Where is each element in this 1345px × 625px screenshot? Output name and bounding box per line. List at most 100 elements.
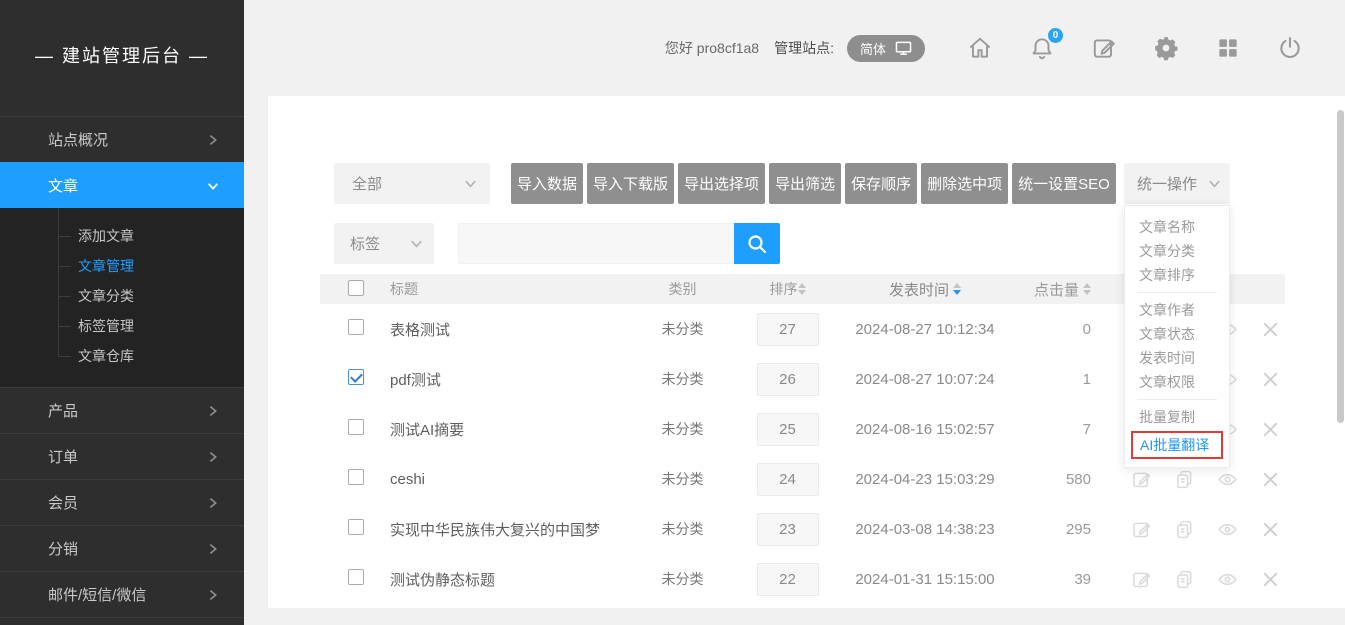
sidebar-item-products[interactable]: 产品 <box>0 387 244 433</box>
row-sort-input[interactable]: 25 <box>757 413 819 446</box>
menu-item-article-author[interactable]: 文章作者 <box>1125 298 1229 322</box>
home-icon[interactable] <box>967 35 993 61</box>
sidebar-item-members[interactable]: 会员 <box>0 479 244 525</box>
menu-item-ai-batch-translate[interactable]: AI批量翻译 <box>1131 431 1223 459</box>
row-publish-time: 2024-08-27 10:12:34 <box>840 321 1010 338</box>
language-toggle[interactable]: 简体 <box>847 35 925 62</box>
bulk-action-select[interactable]: 统一操作 <box>1124 163 1230 204</box>
col-category: 类别 <box>630 279 735 299</box>
chevron-down-icon <box>409 236 424 251</box>
row-checkbox[interactable] <box>348 469 364 485</box>
row-clicks: 580 <box>1010 471 1105 488</box>
row-clicks: 7 <box>1010 421 1105 438</box>
settings-gear-icon[interactable] <box>1153 35 1179 61</box>
copy-icon[interactable] <box>1174 469 1195 490</box>
delete-x-icon[interactable] <box>1260 519 1281 540</box>
menu-item-article-status[interactable]: 文章状态 <box>1125 322 1229 346</box>
view-eye-icon[interactable] <box>1217 469 1238 490</box>
delete-x-icon[interactable] <box>1260 369 1281 390</box>
sidebar: — 建站管理后台 — 站点概况 文章 添加文章 文章管理 文章分类 标签管理 文… <box>0 0 244 625</box>
category-filter-select[interactable]: 全部 <box>334 163 490 204</box>
row-checkbox[interactable] <box>348 569 364 585</box>
copy-icon[interactable] <box>1174 519 1195 540</box>
menu-item-article-permission[interactable]: 文章权限 <box>1125 370 1229 394</box>
delete-x-icon[interactable] <box>1260 319 1281 340</box>
row-category: 未分类 <box>630 519 735 539</box>
chevron-right-icon <box>206 588 220 602</box>
import-data-button[interactable]: 导入数据 <box>511 163 583 204</box>
app-root: — 建站管理后台 — 站点概况 文章 添加文章 文章管理 文章分类 标签管理 文… <box>0 0 1345 625</box>
row-sort-input[interactable]: 26 <box>757 363 819 396</box>
col-clicks[interactable]: 点击量 <box>1010 279 1105 300</box>
notifications-bell-icon[interactable]: 0 <box>1029 35 1055 61</box>
menu-divider <box>1137 399 1217 400</box>
col-sort[interactable]: 排序 <box>735 279 840 299</box>
delete-x-icon[interactable] <box>1260 419 1281 440</box>
row-title[interactable]: pdf测试 <box>390 369 630 390</box>
menu-item-article-sort[interactable]: 文章排序 <box>1125 263 1229 287</box>
edit-icon[interactable] <box>1091 35 1117 61</box>
edit-icon[interactable] <box>1131 519 1152 540</box>
sidebar-subitem-article-category[interactable]: 文章分类 <box>0 281 244 311</box>
articles-submenu: 添加文章 文章管理 文章分类 标签管理 文章仓库 <box>0 208 244 387</box>
sort-time-icon[interactable] <box>953 283 961 295</box>
set-seo-button[interactable]: 统一设置SEO <box>1012 163 1116 204</box>
sort-clicks-icon[interactable] <box>1083 283 1091 295</box>
row-title[interactable]: ceshi <box>390 471 630 488</box>
row-checkbox[interactable] <box>348 519 364 535</box>
delete-x-icon[interactable] <box>1260 569 1281 590</box>
select-all-checkbox[interactable] <box>348 280 364 296</box>
row-actions <box>1105 519 1285 540</box>
col-publish-time[interactable]: 发表时间 <box>840 279 1010 300</box>
export-selected-button[interactable]: 导出选择项 <box>678 163 765 204</box>
row-title[interactable]: 测试AI摘要 <box>390 419 630 440</box>
menu-item-article-name[interactable]: 文章名称 <box>1125 215 1229 239</box>
row-checkbox[interactable] <box>348 369 364 385</box>
save-order-button[interactable]: 保存顺序 <box>845 163 917 204</box>
chevron-right-icon <box>206 542 220 556</box>
menu-item-publish-time[interactable]: 发表时间 <box>1125 346 1229 370</box>
row-title[interactable]: 测试伪静态标题 <box>390 569 630 590</box>
delete-x-icon[interactable] <box>1260 469 1281 490</box>
row-sort-input[interactable]: 23 <box>757 513 819 546</box>
row-clicks: 39 <box>1010 571 1105 588</box>
sidebar-subitem-article-manage[interactable]: 文章管理 <box>0 251 244 281</box>
sidebar-item-orders[interactable]: 订单 <box>0 433 244 479</box>
search-button[interactable] <box>734 223 780 264</box>
main-area: 您好 pro8cf1a8 管理站点: 简体 0 <box>244 0 1345 625</box>
row-title[interactable]: 实现中华民族伟大复兴的中国梦 <box>390 519 630 540</box>
sidebar-item-mail-sms-wechat[interactable]: 邮件/短信/微信 <box>0 571 244 617</box>
row-sort-input[interactable]: 22 <box>757 563 819 596</box>
sidebar-item-articles[interactable]: 文章 <box>0 162 244 208</box>
copy-icon[interactable] <box>1174 569 1195 590</box>
menu-item-article-category[interactable]: 文章分类 <box>1125 239 1229 263</box>
search-icon <box>745 232 769 256</box>
import-download-button[interactable]: 导入下载版 <box>587 163 674 204</box>
row-checkbox[interactable] <box>348 319 364 335</box>
delete-selected-button[interactable]: 删除选中项 <box>921 163 1008 204</box>
row-title[interactable]: 表格测试 <box>390 319 630 340</box>
vertical-scrollbar[interactable] <box>1337 110 1344 423</box>
sidebar-subitem-tag-manage[interactable]: 标签管理 <box>0 311 244 341</box>
sidebar-subitem-article-repo[interactable]: 文章仓库 <box>0 341 244 371</box>
tag-filter-select[interactable]: 标签 <box>334 223 434 264</box>
edit-icon[interactable] <box>1131 569 1152 590</box>
row-checkbox[interactable] <box>348 419 364 435</box>
row-category: 未分类 <box>630 569 735 589</box>
row-publish-time: 2024-08-27 10:07:24 <box>840 371 1010 388</box>
row-actions <box>1105 469 1285 490</box>
search-input[interactable] <box>458 223 734 264</box>
view-eye-icon[interactable] <box>1217 569 1238 590</box>
sort-order-icon[interactable] <box>798 283 806 295</box>
sidebar-subitem-add-article[interactable]: 添加文章 <box>0 221 244 251</box>
apps-grid-icon[interactable] <box>1215 35 1241 61</box>
view-eye-icon[interactable] <box>1217 519 1238 540</box>
menu-item-batch-copy[interactable]: 批量复制 <box>1125 405 1229 429</box>
row-sort-input[interactable]: 27 <box>757 313 819 346</box>
export-filtered-button[interactable]: 导出筛选 <box>769 163 841 204</box>
edit-icon[interactable] <box>1131 469 1152 490</box>
power-logout-icon[interactable] <box>1277 35 1303 61</box>
sidebar-item-site-overview[interactable]: 站点概况 <box>0 116 244 162</box>
row-sort-input[interactable]: 24 <box>757 463 819 496</box>
sidebar-item-distribution[interactable]: 分销 <box>0 525 244 571</box>
